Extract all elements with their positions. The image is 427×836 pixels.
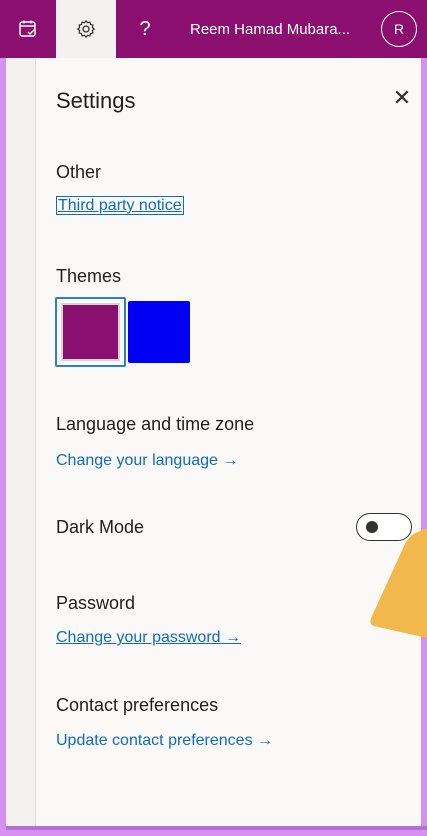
section-heading-dark-mode: Dark Mode bbox=[56, 517, 145, 537]
section-heading-other: Other bbox=[56, 162, 102, 182]
change-password-label: Change your password bbox=[56, 629, 221, 646]
section-heading-contact: Contact preferences bbox=[56, 695, 219, 715]
section-heading-language: Language and time zone bbox=[56, 414, 255, 434]
page-title: Settings bbox=[56, 88, 136, 113]
update-contact-preferences-link[interactable]: Update contact preferences → bbox=[56, 732, 273, 750]
screenshot-frame: ? Reem Hamad Mubara... R Settings ✕ Othe… bbox=[0, 0, 427, 836]
theme-swatch-color bbox=[61, 303, 120, 361]
third-party-notice-link[interactable]: Third party notice bbox=[56, 196, 184, 215]
change-language-link[interactable]: Change your language → bbox=[56, 452, 238, 470]
bottom-edge bbox=[6, 826, 427, 830]
top-app-bar: ? Reem Hamad Mubara... R bbox=[0, 0, 427, 58]
update-contact-label: Update contact preferences bbox=[56, 732, 253, 749]
arrow-right-icon: → bbox=[257, 732, 274, 749]
theme-swatch-selected[interactable] bbox=[55, 297, 126, 367]
annotation-arrow-icon bbox=[370, 528, 427, 638]
change-password-link[interactable]: Change your password → bbox=[56, 629, 241, 647]
arrow-right-icon: → bbox=[225, 629, 241, 646]
close-icon: ✕ bbox=[392, 85, 412, 110]
avatar[interactable]: R bbox=[381, 11, 417, 47]
section-heading-themes: Themes bbox=[56, 266, 122, 286]
calendar-check-icon bbox=[19, 20, 36, 37]
help-button[interactable]: ? bbox=[116, 0, 174, 58]
settings-button[interactable] bbox=[56, 0, 116, 58]
third-party-notice-label: Third party notice bbox=[56, 196, 184, 215]
arrow-right-icon: → bbox=[222, 452, 239, 469]
help-icon: ? bbox=[139, 17, 151, 40]
user-name[interactable]: Reem Hamad Mubara... bbox=[174, 0, 374, 58]
close-button[interactable]: ✕ bbox=[390, 85, 414, 110]
settings-panel: Settings ✕ Other Third party notice Them… bbox=[36, 58, 421, 828]
gear-icon bbox=[76, 19, 96, 39]
change-language-label: Change your language bbox=[56, 452, 218, 469]
left-rail bbox=[6, 58, 36, 828]
section-heading-password: Password bbox=[56, 593, 136, 613]
theme-swatch-blue[interactable] bbox=[128, 301, 190, 363]
avatar-initial: R bbox=[393, 21, 405, 37]
calendar-button[interactable] bbox=[0, 0, 56, 58]
